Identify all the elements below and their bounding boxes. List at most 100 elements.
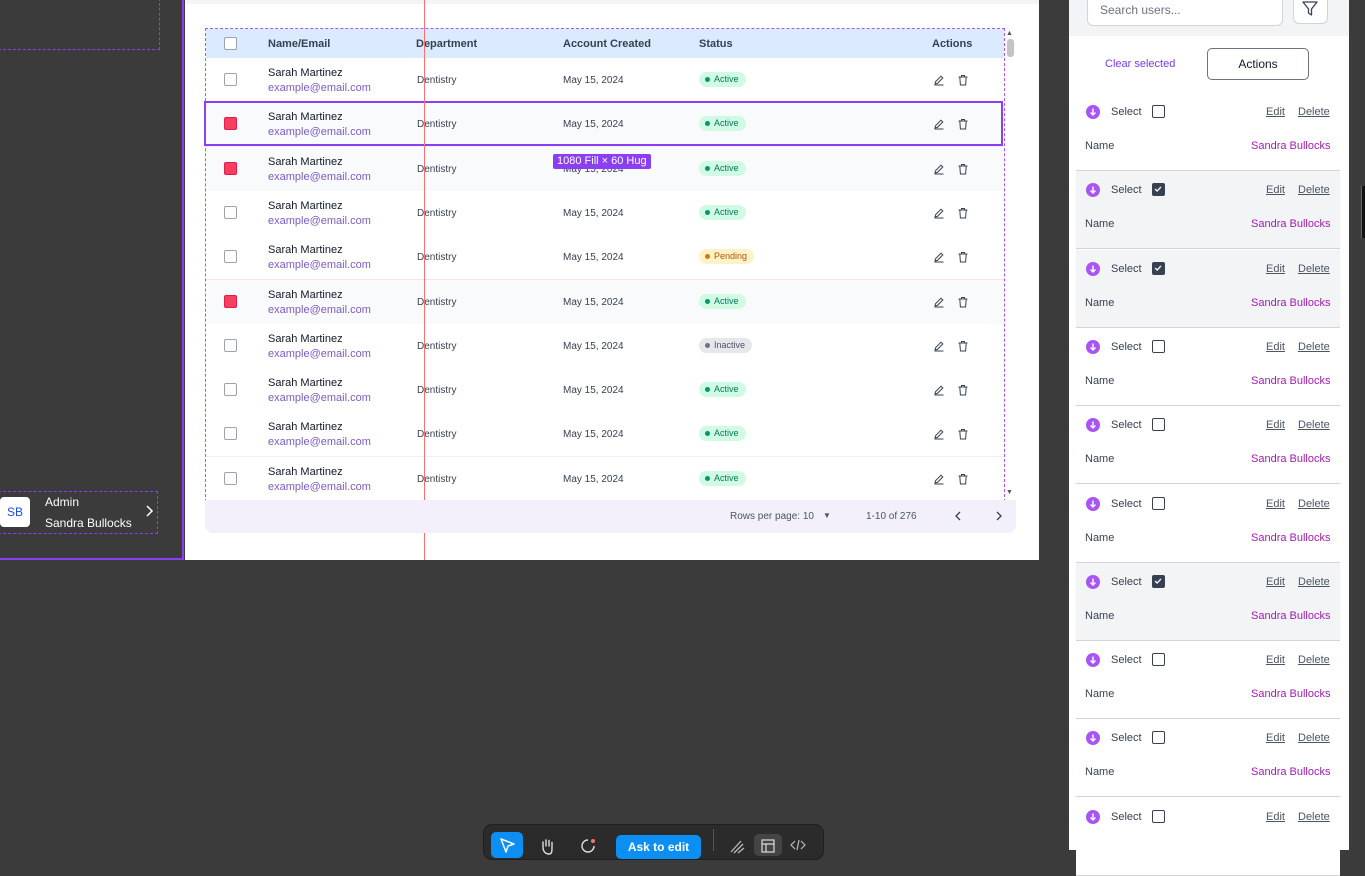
- table-row[interactable]: Sarah Martinez example@email.com Dentistry…: [206, 368, 1004, 414]
- row-checkbox[interactable]: [224, 383, 237, 397]
- delete-link[interactable]: Delete: [1298, 106, 1330, 118]
- user-email[interactable]: example@email.com: [268, 82, 371, 94]
- delete-icon[interactable]: [957, 206, 969, 219]
- caret-down-icon[interactable]: ▼: [823, 511, 831, 520]
- edit-icon[interactable]: [933, 339, 945, 352]
- select-all-checkbox[interactable]: [224, 37, 237, 50]
- expand-icon[interactable]: [1086, 105, 1100, 119]
- table-row[interactable]: Sarah Martinez example@email.com Dentistry…: [206, 235, 1004, 281]
- delete-icon[interactable]: [957, 250, 969, 263]
- ask-to-edit-button[interactable]: Ask to edit: [616, 835, 701, 859]
- edit-icon[interactable]: [933, 472, 945, 485]
- table-row[interactable]: Sarah Martinez example@email.com Dentistry…: [206, 58, 1004, 103]
- edit-link[interactable]: Edit: [1266, 654, 1285, 666]
- expand-icon[interactable]: [1086, 496, 1100, 511]
- edit-icon[interactable]: [933, 295, 945, 307]
- list-item[interactable]: Select Edit Delete Name Sandra Bullocks: [1076, 641, 1340, 720]
- delete-link[interactable]: Delete: [1298, 654, 1330, 666]
- comment-icon[interactable]: [579, 837, 597, 855]
- row-checkbox[interactable]: [224, 338, 237, 352]
- list-item[interactable]: Select Edit Delete Name Sandra Bullocks: [1076, 171, 1340, 250]
- row-checkbox[interactable]: [224, 250, 237, 264]
- scrollbar-thumb[interactable]: [1007, 39, 1014, 57]
- table-scrollbar[interactable]: [1005, 30, 1015, 498]
- row-checkbox[interactable]: [224, 471, 237, 485]
- user-email[interactable]: example@email.com: [268, 481, 371, 493]
- header-name-email[interactable]: Name/Email: [268, 38, 330, 50]
- edit-icon[interactable]: [933, 73, 945, 86]
- list-item[interactable]: Select Edit Delete Name Sandra Bullocks: [1076, 93, 1340, 171]
- row-checkbox[interactable]: [224, 427, 237, 441]
- table-row[interactable]: Sarah Martinez example@email.com Dentistry…: [206, 412, 1004, 458]
- rows-per-page-select[interactable]: Rows per page: 10: [730, 511, 814, 522]
- select-checkbox[interactable]: [1152, 105, 1165, 118]
- select-checkbox[interactable]: [1152, 809, 1165, 823]
- delete-icon[interactable]: [957, 427, 969, 440]
- delete-link[interactable]: Delete: [1298, 341, 1330, 353]
- row-checkbox[interactable]: [224, 161, 237, 175]
- expand-icon[interactable]: [1086, 731, 1100, 746]
- expand-icon[interactable]: [1086, 574, 1100, 589]
- select-checkbox[interactable]: [1152, 653, 1165, 667]
- edit-link[interactable]: Edit: [1266, 341, 1285, 353]
- layout-icon[interactable]: [761, 839, 775, 853]
- user-email[interactable]: example@email.com: [268, 348, 371, 360]
- select-checkbox[interactable]: [1152, 418, 1165, 432]
- select-checkbox[interactable]: [1152, 339, 1165, 353]
- select-checkbox[interactable]: [1152, 574, 1165, 588]
- row-checkbox[interactable]: [224, 73, 237, 86]
- clear-selected-link[interactable]: Clear selected: [1105, 58, 1175, 70]
- user-email[interactable]: example@email.com: [268, 259, 371, 271]
- header-status[interactable]: Status: [699, 38, 733, 50]
- delete-icon[interactable]: [957, 295, 969, 307]
- edit-icon[interactable]: [933, 206, 945, 219]
- row-checkbox[interactable]: [224, 294, 237, 308]
- user-email[interactable]: example@email.com: [268, 215, 371, 227]
- delete-link[interactable]: Delete: [1298, 184, 1330, 196]
- list-item[interactable]: Select Edit Delete Name Sandra Bullocks: [1076, 406, 1340, 485]
- edit-link[interactable]: Edit: [1266, 732, 1285, 744]
- delete-link[interactable]: Delete: [1298, 811, 1330, 823]
- delete-link[interactable]: Delete: [1298, 576, 1330, 588]
- delete-icon[interactable]: [957, 162, 969, 175]
- scroll-up-icon[interactable]: ▲: [1006, 30, 1013, 37]
- delete-link[interactable]: Delete: [1298, 419, 1330, 431]
- list-item[interactable]: Select Edit Delete Name Sandra Bullocks: [1076, 719, 1340, 798]
- header-department[interactable]: Department: [416, 38, 477, 50]
- select-checkbox[interactable]: [1152, 496, 1165, 510]
- user-email[interactable]: example@email.com: [268, 171, 371, 183]
- expand-icon[interactable]: [1086, 809, 1100, 824]
- delete-icon[interactable]: [957, 73, 969, 86]
- expand-icon[interactable]: [1086, 261, 1100, 276]
- search-placeholder[interactable]: Search users...: [1100, 3, 1181, 17]
- expand-icon[interactable]: [1086, 183, 1100, 198]
- table-row[interactable]: Sarah Martinez example@email.com Dentistry…: [206, 323, 1004, 369]
- chevron-right-icon[interactable]: [993, 510, 1005, 522]
- expand-icon[interactable]: [1086, 339, 1100, 354]
- edit-link[interactable]: Edit: [1266, 576, 1285, 588]
- table-row[interactable]: Sarah Martinez example@email.com Dentistry…: [206, 190, 1004, 236]
- list-item[interactable]: Select Edit Delete: [1076, 797, 1340, 876]
- expand-icon[interactable]: [1086, 418, 1100, 433]
- delete-icon[interactable]: [957, 339, 969, 352]
- list-item[interactable]: Select Edit Delete Name Sandra Bullocks: [1076, 484, 1340, 563]
- select-checkbox[interactable]: [1152, 261, 1165, 275]
- row-checkbox[interactable]: [224, 205, 237, 219]
- user-email[interactable]: example@email.com: [268, 392, 371, 404]
- delete-icon[interactable]: [957, 383, 969, 396]
- delete-icon[interactable]: [957, 472, 969, 485]
- edit-icon[interactable]: [933, 427, 945, 440]
- select-checkbox[interactable]: [1152, 183, 1165, 197]
- table-row[interactable]: Sarah Martinez example@email.com Dentistry…: [206, 279, 1004, 325]
- edit-icon[interactable]: [933, 162, 945, 175]
- header-account-created[interactable]: Account Created: [563, 38, 651, 50]
- scroll-down-icon[interactable]: ▼: [1006, 489, 1013, 496]
- actions-button[interactable]: Actions: [1207, 48, 1309, 80]
- chevron-left-icon[interactable]: [952, 510, 964, 522]
- edit-link[interactable]: Edit: [1266, 419, 1285, 431]
- edit-link[interactable]: Edit: [1266, 184, 1285, 196]
- edit-link[interactable]: Edit: [1266, 498, 1285, 510]
- move-tool-button[interactable]: [491, 832, 523, 858]
- hand-icon[interactable]: [538, 837, 556, 855]
- delete-link[interactable]: Delete: [1298, 263, 1330, 275]
